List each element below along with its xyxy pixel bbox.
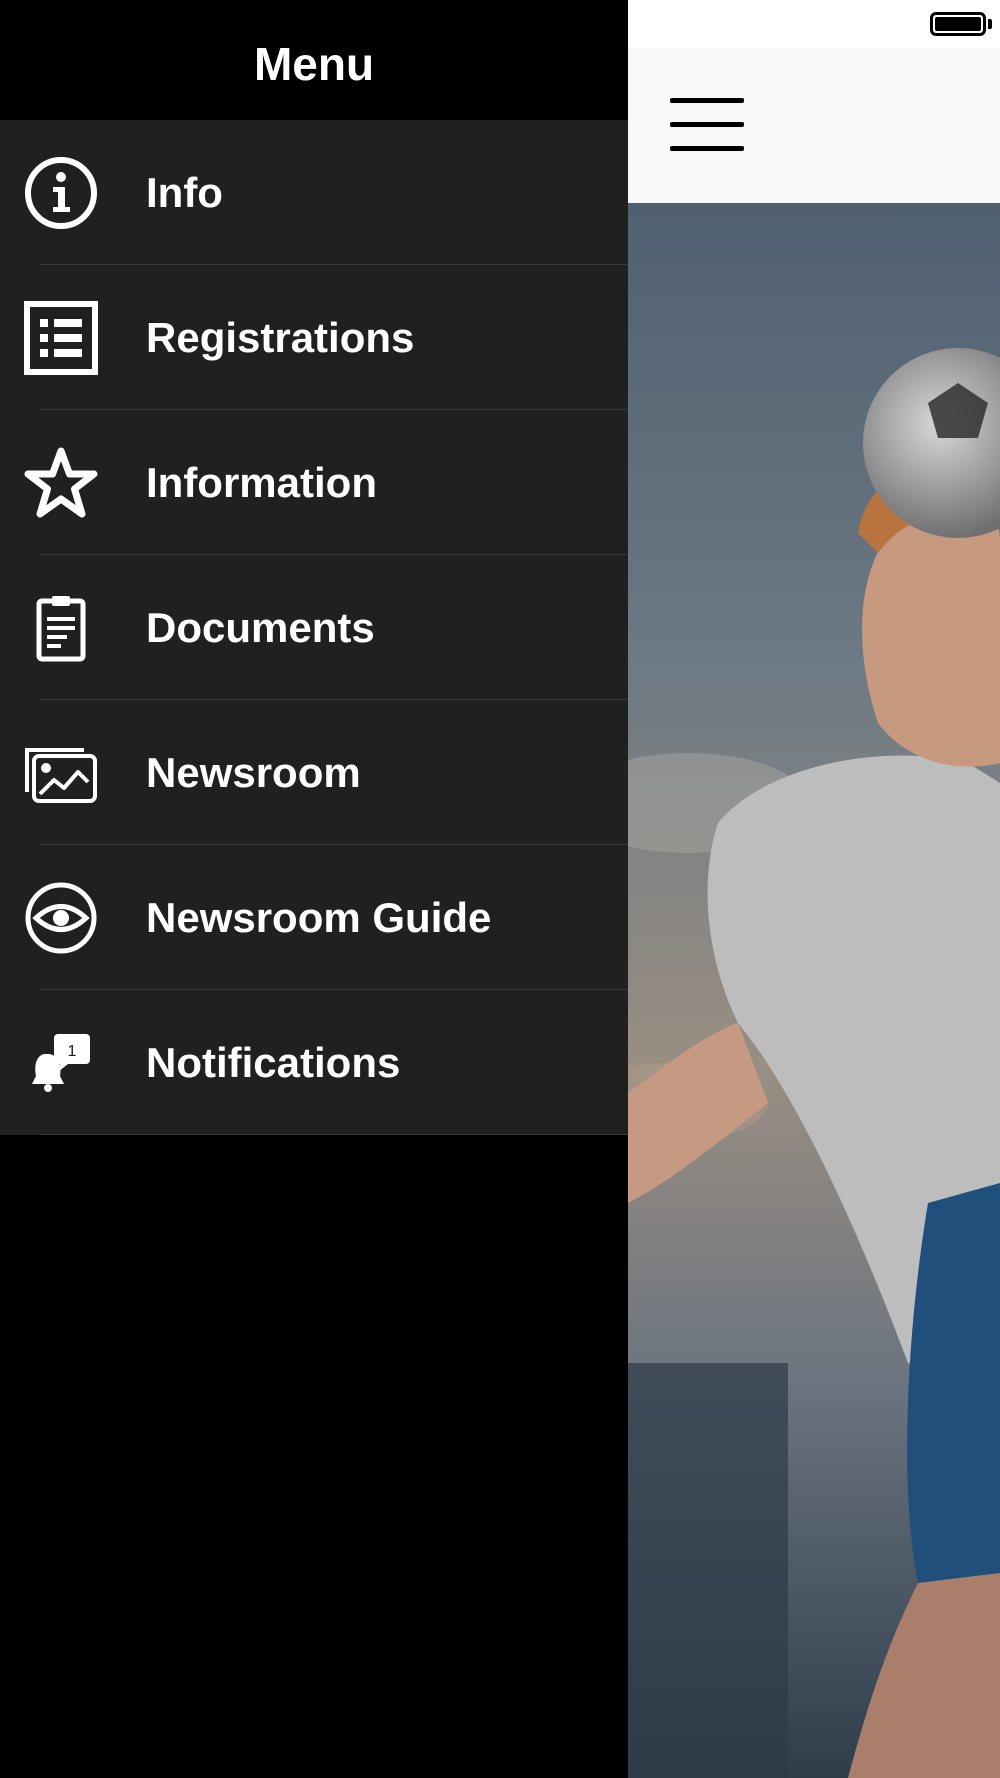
menu-label-newsroom-guide: Newsroom Guide — [146, 893, 492, 941]
menu-label-information: Information — [146, 458, 377, 506]
drawer-title: Menu — [253, 38, 375, 90]
main-content[interactable] — [628, 0, 1000, 1778]
content-dim-overlay[interactable] — [628, 0, 1000, 1778]
menu-item-newsroom-guide[interactable]: Newsroom Guide — [0, 845, 628, 990]
notification-badge-count: 1 — [68, 1043, 77, 1060]
info-icon — [24, 156, 98, 230]
menu-item-notifications[interactable]: 1 Notifications — [0, 990, 628, 1135]
menu-label-registrations: Registrations — [146, 313, 415, 361]
navigation-drawer: Menu Info Registrations Information Docu… — [0, 0, 628, 1778]
drawer-header: Menu — [0, 0, 628, 120]
menu-label-newsroom: Newsroom — [146, 748, 361, 796]
menu-item-registrations[interactable]: Registrations — [0, 265, 628, 410]
app-screen: Menu Info Registrations Information Docu… — [0, 0, 1000, 1778]
eye-icon — [24, 881, 98, 955]
clipboard-icon — [24, 591, 98, 665]
star-icon — [24, 446, 98, 520]
menu-item-information[interactable]: Information — [0, 410, 628, 555]
menu-label-documents: Documents — [146, 603, 375, 651]
menu-label-info: Info — [146, 168, 223, 216]
menu-item-newsroom[interactable]: Newsroom — [0, 700, 628, 845]
menu-list: Info Registrations Information Documents… — [0, 120, 628, 1135]
menu-item-documents[interactable]: Documents — [0, 555, 628, 700]
menu-label-notifications: Notifications — [146, 1038, 401, 1086]
menu-item-info[interactable]: Info — [0, 120, 628, 265]
bell-badge-icon: 1 — [24, 1026, 98, 1100]
gallery-icon — [24, 736, 98, 810]
list-icon — [24, 300, 98, 375]
